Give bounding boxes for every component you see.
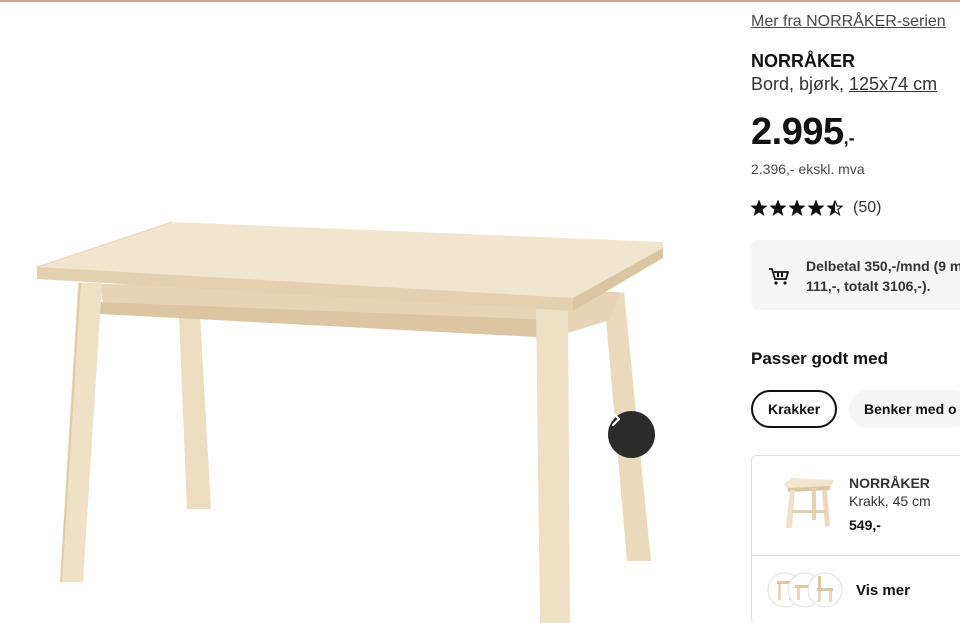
installment-box[interactable]: Delbetal 350,-/mnd (9 m 111,-, totalt 31… [751, 240, 960, 310]
stool-thumbnails-stack [767, 572, 843, 608]
star-half-icon [827, 200, 843, 216]
star-full-icon [808, 200, 824, 216]
series-link[interactable]: Mer fra NORRÅKER-serien [751, 13, 946, 31]
recommendation-card[interactable]: NORRÅKER Krakk, 45 cm 549,- Vis mer [751, 455, 960, 623]
installment-text: Delbetal 350,-/mnd (9 m 111,-, totalt 31… [806, 256, 960, 296]
chevron-right-icon [611, 411, 621, 427]
show-more-row[interactable]: Vis mer [752, 556, 960, 623]
show-more-label: Vis mer [856, 582, 910, 599]
installment-line-2: 111,-, totalt 3106,-). [806, 278, 931, 294]
rating-stars [751, 200, 843, 216]
chip-krakker[interactable]: Krakker [751, 390, 838, 428]
product-name: NORRÅKER [751, 51, 856, 71]
product-size-link[interactable]: 125x74 cm [849, 74, 937, 94]
price-main: 2.995 [751, 111, 844, 153]
product-rating[interactable]: (50) [751, 199, 881, 217]
product-image-gallery[interactable] [0, 2, 735, 623]
rating-count: (50) [853, 199, 882, 216]
table-product-image [36, 221, 663, 623]
stool-thumbnail [784, 478, 834, 528]
product-price: 2.995,- [751, 111, 855, 154]
star-full-icon [751, 200, 767, 216]
recommendation-name: NORRÅKER [849, 475, 930, 491]
star-full-icon [770, 200, 786, 216]
product-description: Bord, bjørk, 125x74 cm [751, 74, 937, 95]
table-front-left-leg [60, 283, 102, 582]
price-excl-vat: 2.396,- ekskl. mva [751, 161, 865, 177]
recommendation-price: 549,- [849, 517, 881, 533]
star-full-icon [789, 200, 805, 216]
table-front-right-leg [536, 309, 570, 623]
table-back-left-leg [179, 316, 211, 509]
pairs-well-heading: Passer godt med [751, 349, 888, 368]
chip-benker[interactable]: Benker med o [849, 390, 960, 428]
recommendation-description: Krakk, 45 cm [849, 493, 931, 509]
shopping-cart-icon [767, 266, 791, 291]
next-image-button[interactable] [608, 411, 655, 458]
installment-line-1: Delbetal 350,-/mnd (9 m [806, 258, 960, 274]
price-suffix: ,- [843, 128, 855, 148]
product-info-panel: Mer fra NORRÅKER-serien NORRÅKER Bord, b… [751, 0, 960, 623]
product-description-text: Bord, bjørk, [751, 74, 850, 94]
